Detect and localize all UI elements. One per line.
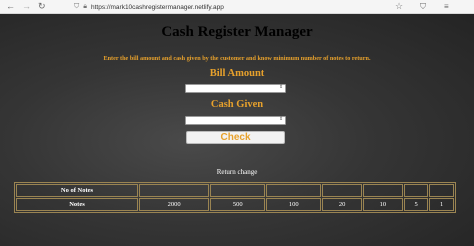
table-cell xyxy=(139,184,210,197)
table-cell: 1 xyxy=(429,198,454,211)
table-cell xyxy=(429,184,454,197)
row-header-notes: Notes xyxy=(16,198,138,211)
table-cell: 5 xyxy=(403,198,429,211)
table-cell: 100 xyxy=(266,198,322,211)
page-title: Cash Register Manager xyxy=(161,24,313,40)
table-cell xyxy=(363,184,403,197)
url-text[interactable]: https://mark10cashregistermanager.netlif… xyxy=(91,4,224,11)
lock-icon[interactable]: 🔒︎ xyxy=(83,3,87,11)
stepper-icon[interactable]: ⇕ xyxy=(279,84,473,91)
cash-given-input[interactable] xyxy=(185,116,286,125)
table-cell: 2000 xyxy=(139,198,210,211)
shield-icon: ⛉ xyxy=(74,3,80,10)
change-table: No of Notes Notes 2000 500 100 20 10 5 1 xyxy=(14,182,456,213)
stepper-icon[interactable]: ⇕ xyxy=(279,116,473,123)
back-arrow-icon[interactable]: ← xyxy=(6,1,15,12)
reload-icon[interactable]: ↻ xyxy=(38,1,46,12)
browser-toolbar: ← → ↻ ⛉ 🔒︎ https://mark10cashregisterman… xyxy=(0,0,474,14)
bookmark-star-icon[interactable]: ☆ xyxy=(395,1,403,12)
shield-icon[interactable]: ⛉ xyxy=(420,2,426,12)
bill-amount-label: Bill Amount xyxy=(209,68,265,79)
return-change-label: Return change xyxy=(216,168,258,176)
table-row: Notes 2000 500 100 20 10 5 1 xyxy=(16,198,454,211)
table-cell xyxy=(266,184,322,197)
row-header-no-of-notes: No of Notes xyxy=(16,184,138,197)
table-cell: 500 xyxy=(210,198,266,211)
table-cell xyxy=(210,184,266,197)
forward-arrow-icon[interactable]: → xyxy=(22,1,31,12)
table-cell xyxy=(322,184,362,197)
table-cell: 20 xyxy=(322,198,362,211)
table-cell: 10 xyxy=(363,198,403,211)
check-button[interactable]: Check xyxy=(186,131,285,144)
menu-icon[interactable]: ≡ xyxy=(444,2,449,11)
table-cell xyxy=(403,184,429,197)
app-page: Cash Register Manager Enter the bill amo… xyxy=(0,14,474,246)
table-row: No of Notes xyxy=(16,184,454,197)
cash-given-label: Cash Given xyxy=(210,99,264,110)
bill-amount-input[interactable] xyxy=(185,84,286,93)
address-bar[interactable]: ⛉ 🔒︎ https://mark10cashregistermanager.n… xyxy=(74,2,404,12)
instructions-text: Enter the bill amount and cash given by … xyxy=(103,55,371,62)
